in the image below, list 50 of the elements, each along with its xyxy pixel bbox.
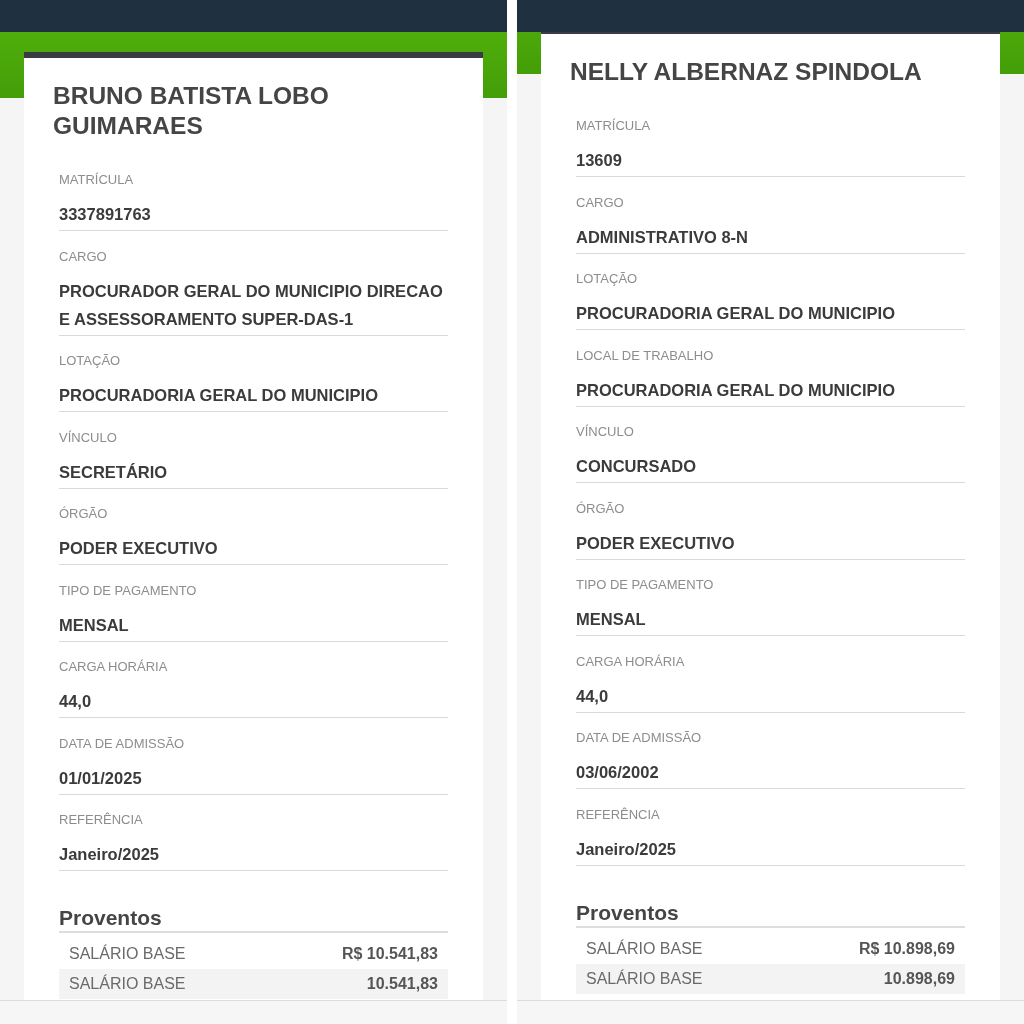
row-value: 10.898,69: [883, 969, 955, 988]
field-label: LOCAL DE TRABALHO: [576, 346, 715, 365]
field-value: 3337891763: [59, 204, 152, 225]
row-label: SALÁRIO BASE: [69, 945, 186, 963]
field-label: CARGA HORÁRIA: [59, 658, 169, 676]
field-value: MENSAL: [59, 614, 130, 636]
field-label: CARGO: [59, 247, 108, 266]
field-value: 13609: [576, 150, 623, 171]
field-label: MATRÍCULA: [576, 117, 652, 135]
field-label: ÓRGÃO: [576, 499, 626, 518]
field-label: LOTAÇÃO: [59, 352, 122, 370]
field-label: DATA DE ADMISSÃO: [59, 734, 186, 753]
row-label: SALÁRIO BASE: [69, 975, 186, 993]
employee-name: BRUNO BATISTA LOBO GUIMARAES: [53, 81, 330, 141]
field-label: VÍNCULO: [59, 428, 118, 447]
field-value: Janeiro/2025: [576, 838, 677, 860]
field-value: ADMINISTRATIVO 8-N: [576, 226, 750, 248]
section-heading: Proventos: [59, 905, 448, 933]
field-label: DATA DE ADMISSÃO: [576, 729, 703, 747]
field-value: MENSAL: [576, 609, 647, 630]
field-value: Janeiro/2025: [59, 844, 160, 865]
field-value: PODER EXECUTIVO: [59, 538, 219, 559]
employee-name: NELLY ALBERNAZ SPINDOLA: [570, 57, 923, 87]
section-heading: Proventos: [576, 899, 965, 928]
row-value: 10.541,83: [366, 975, 438, 993]
row-value: R$ 10.898,69: [858, 939, 955, 958]
row-label: SALÁRIO BASE: [586, 939, 703, 958]
field-value: 01/01/2025: [59, 767, 143, 789]
row-label: SALÁRIO BASE: [586, 969, 703, 988]
row-value: R$ 10.541,83: [341, 945, 438, 963]
field-value: PROCURADORIA GERAL DO MUNICIPIO: [576, 379, 896, 401]
field-label: MATRÍCULA: [59, 171, 135, 189]
field-label: REFERÊNCIA: [576, 805, 661, 824]
field-label: VÍNCULO: [576, 423, 635, 441]
field-label: REFERÊNCIA: [59, 811, 144, 829]
field-value: 44,0: [576, 685, 610, 707]
field-value: PODER EXECUTIVO: [576, 532, 736, 554]
field-value: PROCURADOR GERAL DO MUNICIPIO DIRECAO E ASSESSORAMENTO SUPER-DAS-1: [59, 280, 444, 330]
field-value: 44,0: [59, 691, 93, 712]
field-label: ÓRGÃO: [59, 505, 109, 523]
field-value: SECRETÁRIO: [59, 461, 169, 483]
field-value: PROCURADORIA GERAL DO MUNICIPIO: [59, 385, 379, 406]
field-label: CARGO: [576, 193, 625, 212]
field-label: TIPO DE PAGAMENTO: [576, 576, 715, 594]
field-value: CONCURSADO: [576, 456, 698, 477]
field-value: 03/06/2002: [576, 762, 660, 783]
field-label: LOTAÇÃO: [576, 270, 639, 288]
field-label: TIPO DE PAGAMENTO: [59, 581, 198, 600]
field-value: PROCURADORIA GERAL DO MUNICIPIO: [576, 303, 896, 324]
field-label: CARGA HORÁRIA: [576, 652, 686, 671]
